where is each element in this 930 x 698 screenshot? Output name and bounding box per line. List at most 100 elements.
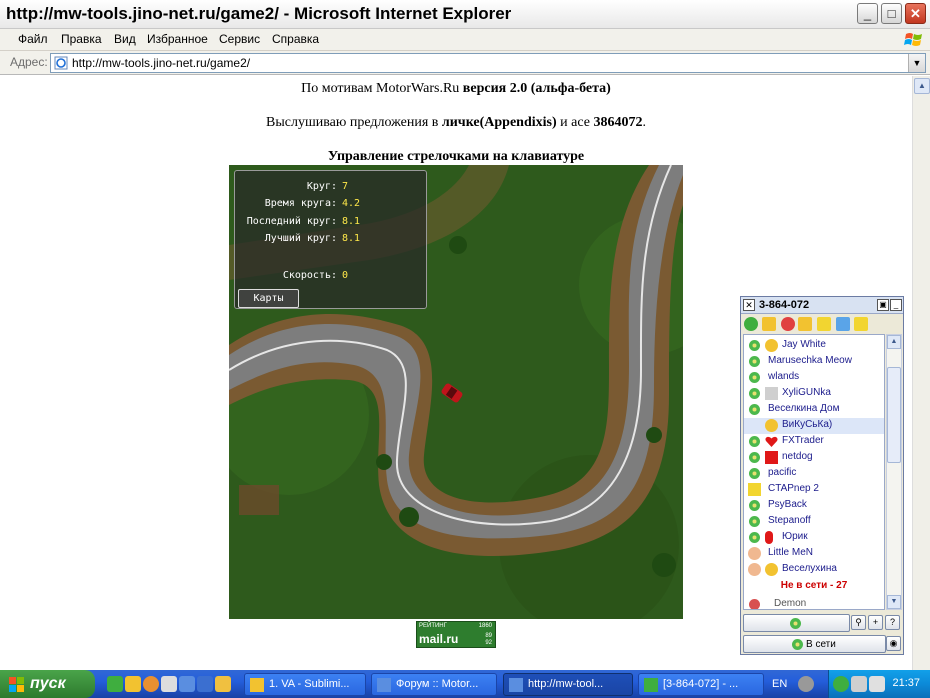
icq-smile-icon[interactable] — [798, 317, 812, 331]
icq-window: ✕ 3-864-072 ▣ _ Jay White Marusechka Meo… — [740, 296, 904, 655]
icq-status-button[interactable]: В сети — [743, 635, 886, 653]
quicklaunch-film-icon[interactable] — [161, 676, 177, 692]
page-scrollbar[interactable]: ▲ — [912, 76, 930, 670]
icq-main-menu-button[interactable] — [743, 614, 850, 632]
contact-item[interactable]: Stepanoff — [744, 514, 884, 530]
icq-minimize-icon[interactable]: _ — [890, 299, 902, 311]
online-flower-icon — [749, 532, 760, 543]
question-icon — [765, 531, 773, 544]
contact-item[interactable]: Веселухина — [744, 562, 884, 578]
quicklaunch-check-icon[interactable] — [107, 676, 123, 692]
tray-network-icon[interactable] — [851, 676, 867, 692]
contact-item[interactable]: CTAPnep 2 — [744, 482, 884, 498]
task-media-player[interactable]: 1. VA - Sublimi... — [244, 673, 366, 696]
quicklaunch-app-icon[interactable] — [125, 676, 141, 692]
task-icq[interactable]: [3-864-072] - ... — [638, 673, 764, 696]
online-flower-icon — [749, 436, 760, 447]
scroll-up-icon[interactable]: ▲ — [887, 335, 901, 349]
address-input[interactable]: http://mw-tools.jino-net.ru/game2/ ▼ — [50, 53, 926, 73]
scroll-down-icon[interactable]: ▼ — [887, 595, 901, 609]
contact-item-selected[interactable]: ВиКуСьКа) — [744, 418, 884, 434]
icq-header: ✕ 3-864-072 ▣ _ — [741, 297, 903, 314]
contact-name: Demon — [774, 598, 807, 609]
contact-item[interactable]: Little MeN — [744, 546, 884, 562]
icq-help-icon[interactable]: ? — [885, 615, 900, 630]
icq-settings-icon[interactable] — [836, 317, 850, 331]
quicklaunch-folder-icon[interactable] — [197, 676, 213, 692]
icq-list-scrollbar[interactable]: ▲ ▼ — [886, 334, 902, 610]
system-tray: 21:37 — [828, 670, 930, 698]
icq-number: 3864072 — [593, 115, 643, 130]
icq-messages-icon[interactable] — [762, 317, 776, 331]
menu-view[interactable]: Вид — [114, 32, 136, 46]
rating-logo: mail.ru — [419, 632, 459, 646]
icq-add-icon[interactable]: + — [868, 615, 883, 630]
online-flower-icon — [749, 356, 760, 367]
tray-volume-icon[interactable] — [869, 676, 885, 692]
taskbar: пуск 1. VA - Sublimi... Форум :: Motor..… — [0, 670, 930, 698]
address-dropdown-icon[interactable]: ▼ — [908, 54, 925, 72]
scroll-thumb[interactable] — [887, 367, 901, 463]
task-forum[interactable]: Форум :: Motor... — [371, 673, 497, 696]
minimize-button[interactable]: _ — [857, 3, 878, 24]
ie-page-icon — [54, 56, 68, 70]
icq-h-icon[interactable] — [817, 317, 831, 331]
contact-item[interactable]: pacific — [744, 466, 884, 482]
hud-best-value: 8.1 — [342, 233, 361, 244]
contact-item[interactable]: Marusechka Meow — [744, 354, 884, 370]
icq-block-icon[interactable] — [781, 317, 795, 331]
contact-item[interactable]: netdog — [744, 450, 884, 466]
start-label: пуск — [30, 675, 66, 692]
task-media-icon — [250, 678, 264, 692]
title-bar: http://mw-tools.jino-net.ru/game2/ - Mic… — [0, 0, 930, 29]
scroll-up-icon[interactable]: ▲ — [914, 78, 930, 94]
menu-favorites[interactable]: Избранное — [147, 32, 208, 46]
quicklaunch-ie-icon[interactable] — [179, 676, 195, 692]
controls-hint: Управление стрелочками на клавиатуре — [327, 149, 585, 164]
hud-speed-value: 0 — [342, 270, 349, 281]
task-ie-icon — [509, 678, 523, 692]
close-button[interactable]: ✕ — [905, 3, 926, 24]
icq-close-icon[interactable]: ✕ — [743, 299, 755, 311]
contact-item[interactable]: Веселкина Дом — [744, 402, 884, 418]
contact-item[interactable]: Юрик — [744, 530, 884, 546]
hud-lap-value: 7 — [342, 181, 349, 192]
contact-item[interactable]: XyliGUNka — [744, 386, 884, 402]
hud-last-label: Последний круг: — [246, 216, 337, 227]
rating-n1: 89 — [485, 633, 492, 639]
contact-item[interactable]: PsyBack — [744, 498, 884, 514]
game-canvas[interactable]: Круг: 7 Время круга: 4.2 Последний круг:… — [229, 165, 683, 619]
contact-item[interactable]: Jay White — [744, 338, 884, 354]
icq-flower-icon[interactable] — [744, 317, 758, 331]
menu-tools[interactable]: Сервис — [219, 32, 260, 46]
task-label: [3-864-072] - ... — [663, 678, 739, 690]
quicklaunch-media-icon[interactable] — [143, 676, 159, 692]
contact-item[interactable]: FXTrader — [744, 434, 884, 450]
online-flower-icon — [749, 516, 760, 527]
start-button[interactable]: пуск — [0, 670, 95, 698]
contact-item[interactable]: wlands — [744, 370, 884, 386]
maps-button[interactable]: Карты — [238, 289, 299, 308]
address-url: http://mw-tools.jino-net.ru/game2/ — [72, 56, 251, 70]
menu-help[interactable]: Справка — [272, 32, 319, 46]
rating-numbers: 89 92 — [485, 633, 492, 647]
tray-icq-icon[interactable] — [833, 676, 849, 692]
menu-edit[interactable]: Правка — [61, 32, 102, 46]
task-game-page[interactable]: http://mw-tool... — [503, 673, 633, 696]
tray-back-icon[interactable] — [798, 676, 814, 692]
language-indicator[interactable]: EN — [772, 678, 787, 690]
contact-item[interactable]: Demon — [744, 597, 884, 609]
quicklaunch-desktop-icon[interactable] — [215, 676, 231, 692]
rating-label: РЕЙТИНГ — [419, 623, 447, 629]
menu-file[interactable]: Файл — [18, 32, 48, 46]
rating-n2: 92 — [485, 640, 492, 646]
icq-pin-icon[interactable]: ▣ — [877, 299, 889, 311]
icq-privacy-eye-icon[interactable]: ◉ — [886, 636, 901, 651]
icq-info-icon[interactable] — [854, 317, 868, 331]
icq-find-icon[interactable]: ⚲ — [851, 615, 866, 630]
maximize-button[interactable]: □ — [881, 3, 902, 24]
offline-group-header[interactable]: Не в сети - 27 — [744, 580, 884, 591]
icq-contact-list[interactable]: Jay White Marusechka Meow wlands XyliGUN… — [743, 334, 885, 610]
mailru-rating-counter[interactable]: РЕЙТИНГ 1860 mail.ru 89 92 — [416, 621, 496, 648]
window-title: http://mw-tools.jino-net.ru/game2/ - Mic… — [6, 4, 512, 23]
